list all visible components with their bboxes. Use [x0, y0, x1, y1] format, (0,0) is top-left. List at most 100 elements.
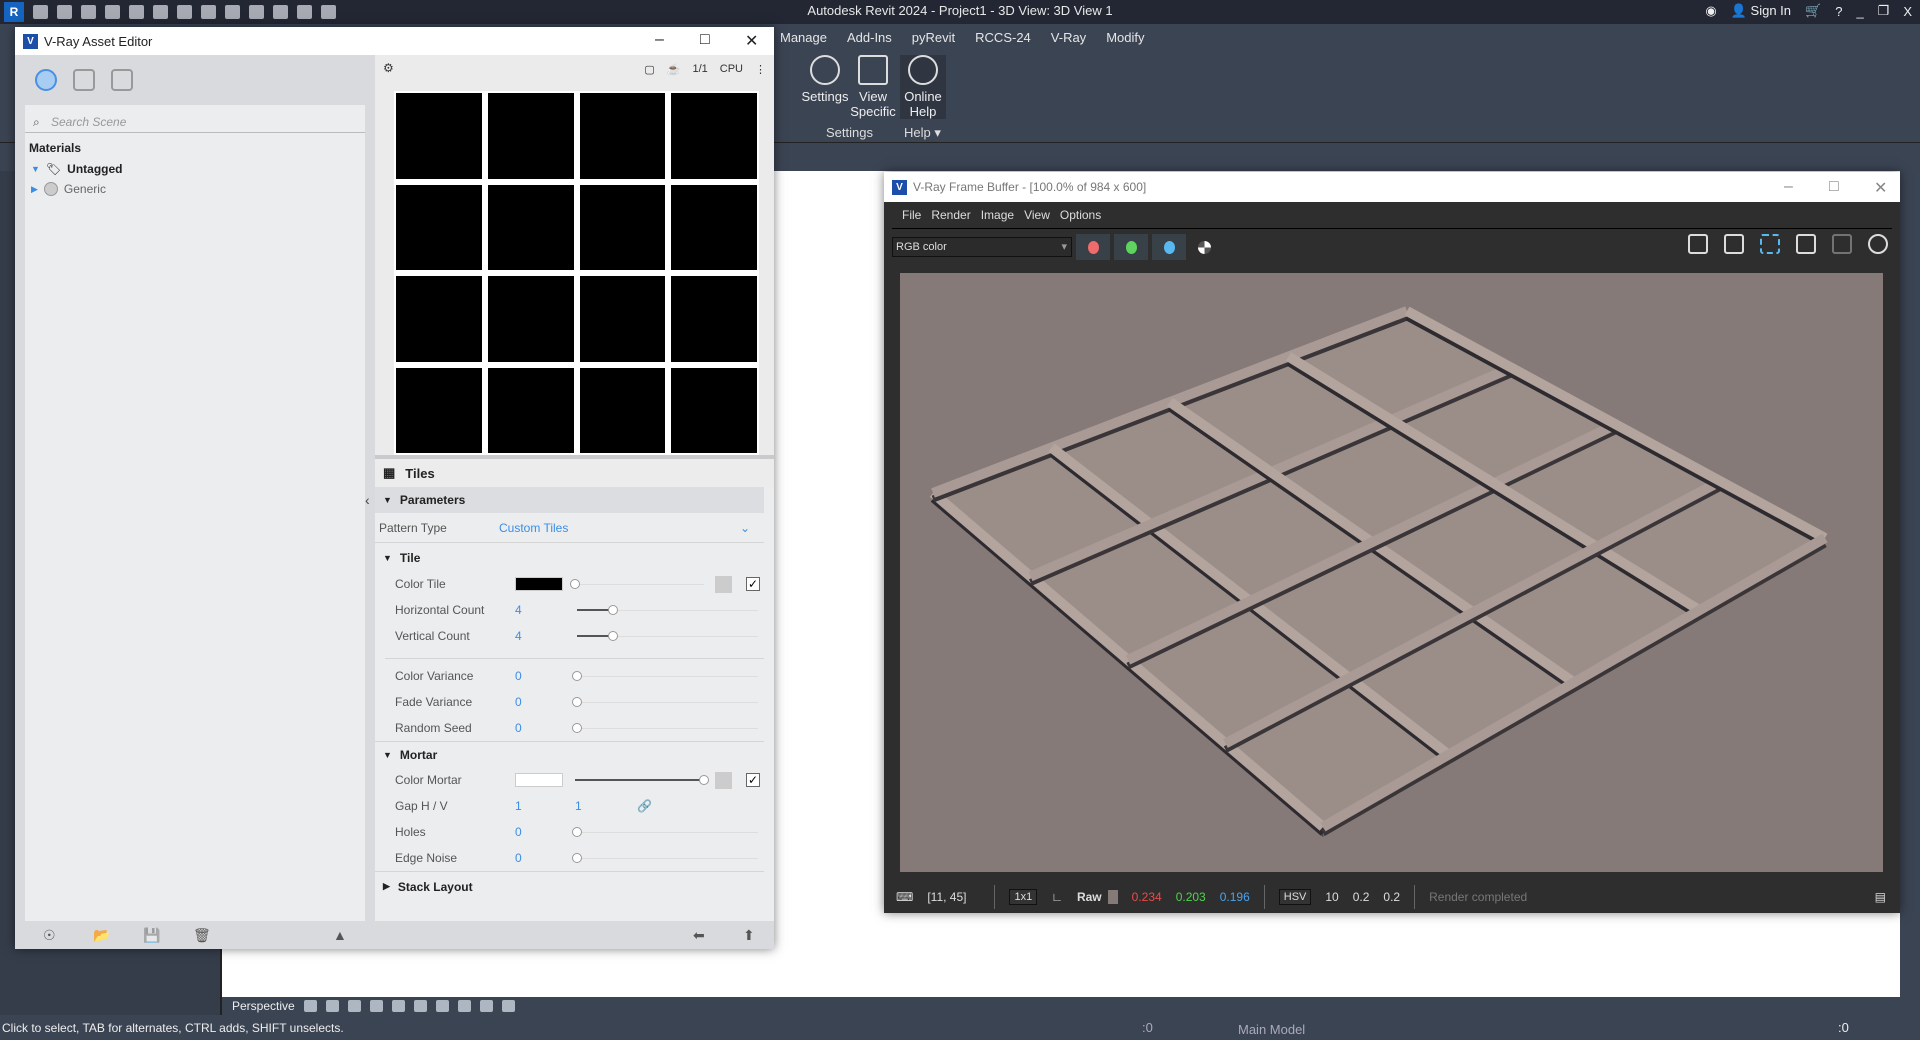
collapse-panel-icon[interactable]: ‹: [365, 492, 370, 508]
textures-icon[interactable]: [111, 69, 133, 91]
texture-slot-icon[interactable]: [715, 576, 732, 593]
maximize-button[interactable]: □: [700, 31, 710, 49]
render-engine[interactable]: CPU: [720, 63, 743, 76]
group-help[interactable]: Help ▾: [904, 125, 941, 141]
temp-hide-icon[interactable]: [479, 1000, 493, 1012]
expand-down-icon[interactable]: ▼: [31, 164, 40, 174]
menu-render[interactable]: Render: [931, 208, 970, 222]
view-specific-button[interactable]: View Specific: [850, 55, 896, 119]
param-slider[interactable]: [572, 671, 758, 681]
slider-knob[interactable]: [608, 605, 619, 615]
preview-settings-icon[interactable]: ⚙: [383, 61, 394, 75]
green-channel-button[interactable]: [1114, 234, 1148, 260]
param-value[interactable]: 4: [515, 597, 522, 623]
param-value[interactable]: 0: [515, 715, 522, 741]
param-slider[interactable]: [577, 605, 758, 615]
blue-channel-button[interactable]: [1152, 234, 1186, 260]
color-mode-select[interactable]: HSV: [1278, 889, 1312, 905]
tab-rccs-24[interactable]: RCCS-24: [965, 27, 1041, 49]
save-image-icon[interactable]: [1688, 234, 1708, 254]
preview-ratio[interactable]: 1/1: [692, 63, 707, 76]
texture-slot-icon[interactable]: [715, 772, 732, 789]
sign-in-button[interactable]: 👤 Sign In: [1731, 3, 1791, 19]
workset-count[interactable]: :0: [1142, 1020, 1153, 1035]
enable-checkbox[interactable]: ✓: [746, 577, 760, 591]
shadows-icon[interactable]: [369, 1000, 383, 1012]
cart-icon[interactable]: 🛒: [1805, 3, 1821, 19]
geometry-icon[interactable]: [73, 69, 95, 91]
back-arrow-icon[interactable]: ⬅: [693, 927, 705, 944]
param-value[interactable]: 4: [515, 623, 522, 649]
filter-count[interactable]: :0: [1838, 1020, 1849, 1035]
tab-modify[interactable]: Modify: [1096, 27, 1154, 49]
section-parameters[interactable]: ▼ Parameters: [375, 487, 764, 513]
slider-knob[interactable]: [572, 853, 582, 863]
channel-select[interactable]: RGB color: [892, 237, 1072, 257]
close-button[interactable]: ✕: [745, 31, 758, 51]
materials-icon[interactable]: [35, 69, 57, 91]
tab-manage[interactable]: Manage: [770, 27, 837, 49]
enable-checkbox[interactable]: ✓: [746, 773, 760, 787]
viewport-scrollbar[interactable]: [1900, 171, 1920, 997]
visual-style-icon[interactable]: [325, 1000, 339, 1012]
param-slider[interactable]: [575, 775, 709, 785]
minimize-button[interactable]: –: [655, 31, 664, 49]
slider-knob[interactable]: [572, 697, 582, 707]
active-model[interactable]: Main Model: [1238, 1022, 1305, 1037]
online-help-button[interactable]: Online Help: [900, 55, 946, 119]
slider-knob[interactable]: [570, 579, 580, 589]
zoom-select[interactable]: 1x1: [1009, 889, 1038, 905]
red-channel-button[interactable]: [1076, 234, 1110, 260]
reveal-hidden-icon[interactable]: [501, 1000, 515, 1012]
panel-toggle-icon[interactable]: ▤: [1875, 890, 1886, 904]
binoculars-icon[interactable]: ◉: [1705, 3, 1716, 19]
delete-icon[interactable]: 🗑: [193, 927, 211, 944]
teapot-icon[interactable]: ☕: [667, 63, 681, 76]
tab-pyrevit[interactable]: pyRevit: [902, 27, 965, 49]
slider-knob[interactable]: [572, 723, 582, 733]
param-slider[interactable]: [572, 723, 758, 733]
save-icon[interactable]: 💾: [143, 927, 160, 944]
menu-image[interactable]: Image: [981, 208, 1014, 222]
create-asset-icon[interactable]: ☉: [43, 927, 56, 944]
render-icon[interactable]: [391, 1000, 405, 1012]
param-value-v[interactable]: 1: [575, 793, 582, 819]
tab-add-ins[interactable]: Add-Ins: [837, 27, 902, 49]
param-value[interactable]: 0: [515, 845, 522, 871]
clear-image-icon[interactable]: [1724, 234, 1744, 254]
render-teapot-icon[interactable]: [1868, 234, 1888, 254]
settings-button[interactable]: Settings: [800, 55, 850, 104]
section-mortar[interactable]: ▼ Mortar: [375, 741, 764, 767]
sun-path-icon[interactable]: [347, 1000, 361, 1012]
param-slider[interactable]: [572, 853, 758, 863]
alpha-icon[interactable]: [1198, 240, 1211, 254]
param-value[interactable]: 0: [515, 819, 522, 845]
param-slider[interactable]: [572, 697, 758, 707]
open-file-icon[interactable]: 📂: [93, 927, 110, 944]
more-options-icon[interactable]: ⋮: [755, 63, 766, 76]
menu-options[interactable]: Options: [1060, 208, 1101, 222]
param-slider[interactable]: [577, 631, 758, 641]
param-slider[interactable]: [570, 579, 704, 589]
rendered-image[interactable]: [900, 273, 1883, 872]
toggle-window-icon[interactable]: [1796, 234, 1816, 254]
search-input[interactable]: Search Scene: [25, 111, 365, 133]
minimize-icon[interactable]: _: [1856, 4, 1863, 19]
detail-level-icon[interactable]: [303, 1000, 317, 1012]
region-render-icon[interactable]: [1760, 234, 1780, 254]
color-swatch[interactable]: [515, 577, 563, 591]
minimize-button[interactable]: –: [1784, 178, 1793, 196]
param-slider[interactable]: [572, 827, 758, 837]
purge-icon[interactable]: ▲: [333, 927, 347, 943]
link-icon[interactable]: 🔗: [637, 793, 652, 819]
restore-icon[interactable]: ❐: [1878, 3, 1890, 19]
lock-view-icon[interactable]: [457, 1000, 471, 1012]
param-value[interactable]: 1: [515, 793, 522, 819]
close-icon[interactable]: X: [1903, 4, 1912, 19]
chevron-down-icon[interactable]: ⌄: [740, 513, 750, 543]
pixel-picker-icon[interactable]: ⌨: [896, 890, 913, 904]
slider-knob[interactable]: [572, 827, 582, 837]
menu-file[interactable]: File: [902, 208, 921, 222]
section-stack-layout[interactable]: ▶ Stack Layout: [375, 871, 764, 901]
maximize-button[interactable]: □: [1829, 178, 1839, 196]
